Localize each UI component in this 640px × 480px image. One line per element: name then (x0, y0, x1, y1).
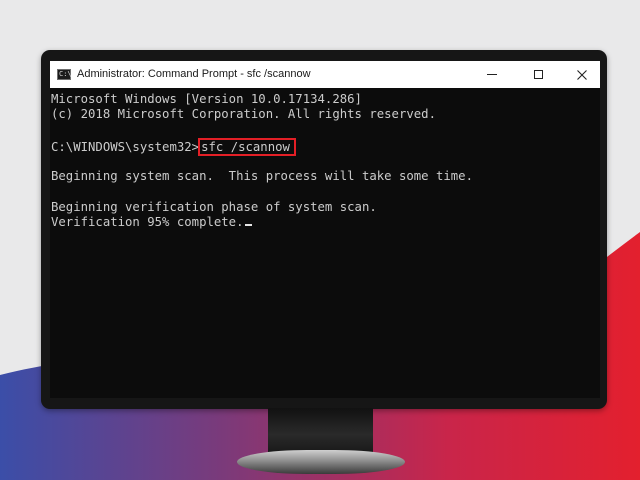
command-prompt-window[interactable]: C:\ Administrator: Command Prompt - sfc … (50, 61, 600, 398)
command-prompt-icon[interactable]: C:\ (57, 69, 72, 80)
text-cursor (244, 224, 252, 227)
minimize-icon (487, 74, 497, 75)
title-bar[interactable]: C:\ Administrator: Command Prompt - sfc … (50, 61, 600, 88)
window-title: Administrator: Command Prompt - sfc /sca… (77, 68, 311, 80)
copyright-line: (c) 2018 Microsoft Corporation. All righ… (51, 107, 436, 122)
verify-line: Beginning verification phase of system s… (51, 199, 377, 214)
close-button[interactable] (560, 61, 600, 88)
scan-line: Beginning system scan. This process will… (51, 168, 473, 183)
highlighted-command: sfc /scannow (198, 138, 296, 157)
close-icon (577, 69, 587, 80)
monitor-stand-base (237, 450, 405, 474)
console-output[interactable]: Microsoft Windows [Version 10.0.17134.28… (50, 88, 600, 398)
version-line: Microsoft Windows [Version 10.0.17134.28… (51, 92, 362, 106)
monitor-stand-neck (268, 408, 373, 452)
maximize-icon (533, 70, 543, 79)
progress-line: Verification 95% complete. (51, 215, 244, 230)
command-line: C:\WINDOWS\system32> sfc /scannow (50, 138, 600, 157)
prompt-path: C:\WINDOWS\system32> (51, 140, 200, 155)
progress-line-row: Verification 95% complete. (50, 215, 600, 230)
maximize-button[interactable] (516, 61, 560, 88)
minimize-button[interactable] (470, 61, 514, 88)
